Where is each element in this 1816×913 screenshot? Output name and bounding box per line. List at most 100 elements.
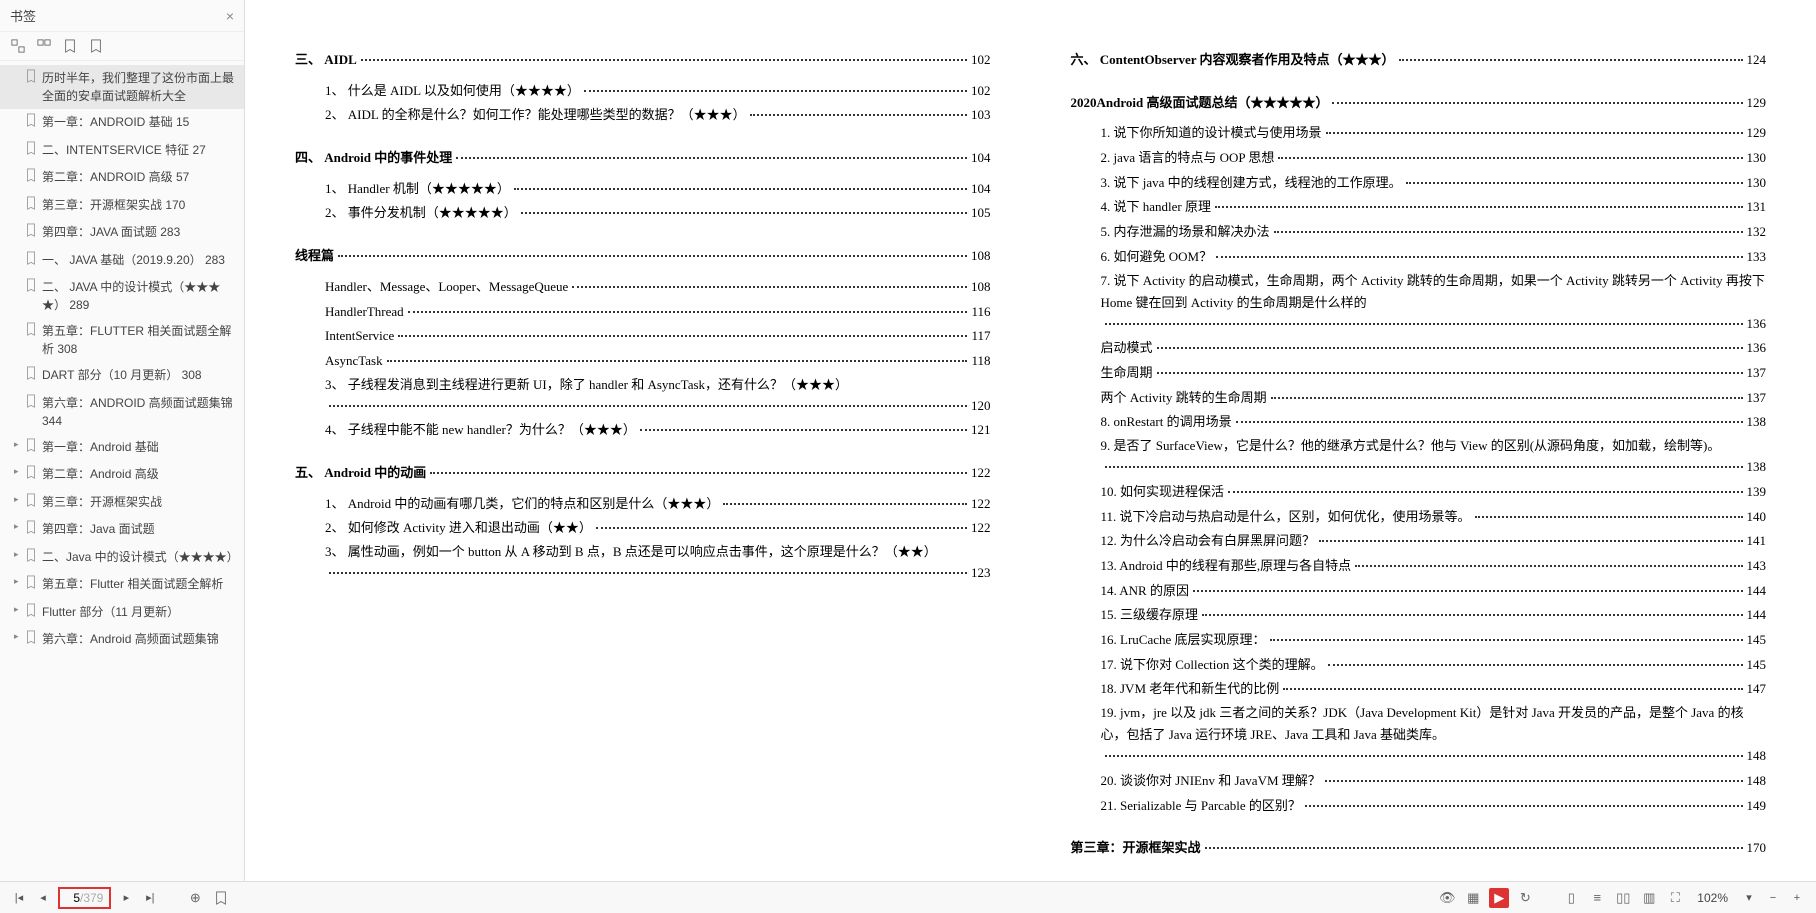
toc-entry[interactable]: 3、 属性动画，例如一个 button 从 A 移动到 B 点，B 点还是可以响… [295,541,991,586]
toc-entry[interactable]: 10. 如何实现进程保活 139 [1071,480,1767,505]
toc-entry[interactable]: 4、 子线程中能不能 new handler？为什么？（★★★） 121 [295,418,991,443]
toc-entry[interactable]: 8. onRestart 的调用场景 138 [1071,410,1767,435]
bookmark-item[interactable]: ▸第三章：开源框架实战 [0,489,244,517]
next-page-button[interactable]: ▸ [117,889,135,907]
toc-entry[interactable]: AsyncTask 118 [295,349,991,374]
bookmark-item[interactable]: ▸二、Java 中的设计模式（★★★★） [0,544,244,572]
expand-all-icon[interactable] [10,38,26,54]
two-page-icon[interactable]: ▯▯ [1613,888,1633,908]
toc-entry[interactable]: 11. 说下冷启动与热启动是什么，区别，如何优化，使用场景等。 140 [1071,505,1767,530]
expand-icon[interactable]: ▸ [14,575,24,589]
zoom-in-button[interactable]: + [1788,889,1806,907]
zoom-dropdown-icon[interactable]: ▾ [1740,889,1758,907]
toc-text: 8. onRestart 的调用场景 [1101,410,1232,435]
bookmark-item[interactable]: 第六章：ANDROID 高频面试题集锦 344 [0,390,244,434]
last-page-button[interactable]: ▸| [141,889,159,907]
expand-icon[interactable]: ▸ [14,438,24,452]
toc-entry[interactable]: 16. LruCache 底层实现原理： 145 [1071,628,1767,653]
bookmark-icon[interactable] [62,38,78,54]
toc-entry[interactable]: 1、 Android 中的动画有哪几类，它们的特点和区别是什么（★★★） 122 [295,492,991,517]
bookmark-item[interactable]: 一、 JAVA 基础（2019.9.20） 283 [0,247,244,275]
bookmark-item[interactable]: 第三章：开源框架实战 170 [0,192,244,220]
book-view-icon[interactable]: ▥ [1639,888,1659,908]
bookmark-item[interactable]: 第五章：FLUTTER 相关面试题全解析 308 [0,318,244,362]
layout-icon[interactable]: ▦ [1463,888,1483,908]
toc-entry[interactable]: 5. 内存泄漏的场景和解决办法 132 [1071,220,1767,245]
zoom-level[interactable]: 102% [1697,891,1728,905]
bookmark-item[interactable]: 二、 JAVA 中的设计模式（★★★★） 289 [0,274,244,318]
toc-entry[interactable]: 9. 是否了 SurfaceView，它是什么？他的继承方式是什么？他与 Vie… [1071,435,1767,480]
toc-entry[interactable]: 21. Serializable 与 Parcable 的区别？ 149 [1071,794,1767,819]
toc-entry[interactable]: IntentService 117 [295,324,991,349]
toc-entry[interactable]: 两个 Activity 跳转的生命周期 137 [1071,386,1767,411]
toc-entry[interactable]: 3. 说下 java 中的线程创建方式，线程池的工作原理。 130 [1071,171,1767,196]
expand-icon[interactable]: ▸ [14,465,24,479]
toc-entry[interactable]: 线程篇 108 [295,244,991,269]
toc-entry[interactable]: 1、 Handler 机制（★★★★★） 104 [295,177,991,202]
expand-icon[interactable]: ▸ [14,603,24,617]
toc-entry[interactable]: 六、 ContentObserver 内容观察者作用及特点（★★★） 124 [1071,48,1767,73]
toc-entry[interactable]: 四、 Android 中的事件处理 104 [295,146,991,171]
toc-entry[interactable]: 启动模式 136 [1071,336,1767,361]
record-icon[interactable]: ▶ [1489,888,1509,908]
toc-entry[interactable]: Handler、Message、Looper、MessageQueue 108 [295,275,991,300]
bookmark-item[interactable]: 第二章：ANDROID 高级 57 [0,164,244,192]
expand-icon[interactable]: ▸ [14,493,24,507]
bookmark-item[interactable]: ▸第六章：Android 高频面试题集锦 [0,626,244,654]
toc-entry[interactable]: 2、 如何修改 Activity 进入和退出动画（★★） 122 [295,516,991,541]
toc-entry[interactable]: 五、 Android 中的动画 122 [295,461,991,486]
toc-entry[interactable]: 2、 事件分发机制（★★★★★） 105 [295,201,991,226]
document-view[interactable]: 三、 AIDL 1021、 什么是 AIDL 以及如何使用（★★★★） 1022… [245,0,1816,881]
toc-entry[interactable]: 2020Android 高级面试题总结（★★★★★） 129 [1071,91,1767,116]
toc-entry[interactable]: 2. java 语言的特点与 OOP 思想 130 [1071,146,1767,171]
prev-page-button[interactable]: ◂ [34,889,52,907]
bookmark-item[interactable]: ▸第五章：Flutter 相关面试题全解析 [0,571,244,599]
toc-entry[interactable]: 第三章：开源框架实战 170 [1071,836,1767,861]
toc-entry[interactable]: 三、 AIDL 102 [295,48,991,73]
toc-text: 两个 Activity 跳转的生命周期 [1101,386,1267,411]
bookmark-item[interactable]: 第四章：JAVA 面试题 283 [0,219,244,247]
toc-entry[interactable]: 19. jvm，jre 以及 jdk 三者之间的关系？JDK（Java Deve… [1071,702,1767,769]
page-input[interactable]: 5 /379 [58,887,111,909]
bookmark-item[interactable]: ▸第四章：Java 面试题 [0,516,244,544]
expand-icon[interactable]: ▸ [14,520,24,534]
toc-entry[interactable]: 15. 三级缓存原理 144 [1071,603,1767,628]
eye-icon[interactable]: 👁 [1437,888,1457,908]
toc-entry[interactable]: 17. 说下你对 Collection 这个类的理解。 145 [1071,653,1767,678]
toc-entry[interactable]: 1、 什么是 AIDL 以及如何使用（★★★★） 102 [295,79,991,104]
toc-entry[interactable]: 14. ANR 的原因 144 [1071,579,1767,604]
toc-entry[interactable]: 3、 子线程发消息到主线程进行更新 UI，除了 handler 和 AsyncT… [295,374,991,419]
bookmark-item[interactable]: DART 部分（10 月更新） 308 [0,362,244,390]
bookmark-item[interactable]: 二、INTENTSERVICE 特征 27 [0,137,244,165]
close-icon[interactable]: × [226,8,234,24]
add-page-icon[interactable]: ⊕ [185,888,205,908]
sync-icon[interactable]: ↻ [1515,888,1535,908]
toc-entry[interactable]: 13. Android 中的线程有那些,原理与各自特点 143 [1071,554,1767,579]
toc-entry[interactable]: 18. JVM 老年代和新生代的比例 147 [1071,677,1767,702]
bookmark-bar-icon[interactable] [211,888,231,908]
toc-entry[interactable]: 20. 谈谈你对 JNIEnv 和 JavaVM 理解？ 148 [1071,769,1767,794]
toc-entry[interactable]: HandlerThread 116 [295,300,991,325]
expand-icon[interactable]: ▸ [14,548,24,562]
single-page-icon[interactable]: ▯ [1561,888,1581,908]
toc-entry[interactable]: 1. 说下你所知道的设计模式与使用场景 129 [1071,121,1767,146]
toc-entry[interactable]: 12. 为什么冷启动会有白屏黑屏问题？ 141 [1071,529,1767,554]
first-page-button[interactable]: |◂ [10,889,28,907]
bookmark-item[interactable]: ▸第一章：Android 基础 [0,434,244,462]
bookmark-item[interactable]: 第一章：ANDROID 基础 15 [0,109,244,137]
bookmark-add-icon[interactable] [88,38,104,54]
bookmark-item[interactable]: ▸Flutter 部分（11 月更新） [0,599,244,627]
toc-entry[interactable]: 7. 说下 Activity 的启动模式，生命周期，两个 Activity 跳转… [1071,270,1767,337]
bookmark-item[interactable]: 历时半年，我们整理了这份市面上最全面的安卓面试题解析大全 [0,65,244,109]
toc-entry[interactable]: 4. 说下 handler 原理 131 [1071,195,1767,220]
toc-entry[interactable]: 生命周期 137 [1071,361,1767,386]
collapse-all-icon[interactable] [36,38,52,54]
toc-entry[interactable]: 2、 AIDL 的全称是什么？如何工作？能处理哪些类型的数据？（★★★） 103 [295,103,991,128]
expand-icon[interactable]: ▸ [14,630,24,644]
zoom-out-button[interactable]: − [1764,889,1782,907]
toc-text: 18. JVM 老年代和新生代的比例 [1101,677,1280,702]
toc-entry[interactable]: 6. 如何避免 OOM？ 133 [1071,245,1767,270]
fullscreen-icon[interactable]: ⛶ [1665,888,1685,908]
bookmark-item[interactable]: ▸第二章：Android 高级 [0,461,244,489]
continuous-icon[interactable]: ≡ [1587,888,1607,908]
